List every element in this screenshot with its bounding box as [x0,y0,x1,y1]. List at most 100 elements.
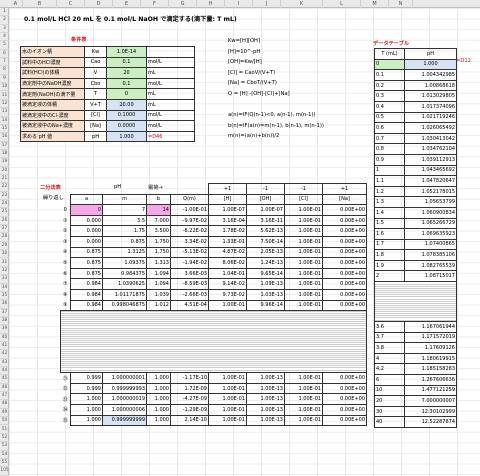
row-header[interactable]: 15 [0,125,9,134]
condition-value[interactable]: 1.000 [106,130,147,143]
bisection-cell-cl[interactable]: 1.00E-01 [284,225,323,237]
bisection-cell-b[interactable]: 1.000 [146,414,171,427]
condition-unit[interactable]: mol/L [146,77,195,90]
bisection-cell-cl[interactable]: 1.00E-01 [284,278,323,290]
bisection-cell-b[interactable]: 7.000 [146,214,171,227]
row-header[interactable]: 35 [0,292,9,301]
bisection-cell-h[interactable]: 4.87E-02 [208,246,247,259]
condition-value[interactable]: 0.1000 [106,109,147,122]
bisection-cell-m[interactable]: 0.998046875 [102,299,147,312]
condition-value[interactable]: 0.1 [106,56,147,69]
bisection-cell-m[interactable]: 1.000000001 [102,372,147,384]
bisection-cell-n[interactable]: ㉛ [61,373,71,384]
data-ph-cell[interactable]: 1.180619915 [404,352,457,365]
column-label-cell[interactable]: b [146,193,171,206]
bisection-cell-q[interactable]: -1.17E-10 [170,372,209,384]
row-header[interactable]: 50 [0,417,9,426]
bisection-cell-a[interactable]: 1.000 [70,414,103,427]
bisection-cell-cl[interactable]: 1.00E-01 [284,403,323,416]
sheet-title[interactable]: 0.1 mol/L HCl 20 mL を 0.1 mol/L NaOH で滴定… [24,14,237,23]
data-ph-cell[interactable]: 1.043465692 [404,164,457,177]
row-header[interactable]: 42 [0,350,9,359]
row-header[interactable]: 8 [0,66,9,75]
row-header[interactable]: 37 [0,309,9,317]
row-header[interactable]: 1 [0,8,9,17]
bisection-cell-m[interactable]: 1.75 [102,225,147,237]
data-t-cell[interactable]: 40 [374,416,405,428]
bisection-cell-na[interactable]: 0.00E+00 [322,257,367,269]
condition-value[interactable]: 20 [106,67,147,79]
bisection-cell-h[interactable]: 1.00E-01 [208,414,247,427]
row-header[interactable]: 55 [0,459,9,468]
row-header[interactable]: 18 [0,150,9,159]
data-ph-cell[interactable]: 1.039112913 [404,153,457,166]
bisection-cell-a[interactable]: 0.000 [70,214,103,227]
bisection-cell-q[interactable]: 3.66E-03 [170,267,209,280]
equation-line[interactable]: m(n)=(a(n)+b(n))/2 [228,133,279,139]
bisection-cell-h[interactable]: 1.00E-01 [208,372,247,384]
bisection-cell-oh[interactable]: 1.09E-13 [246,278,285,290]
data-t-cell[interactable]: 1.6 [374,228,405,240]
row-header[interactable]: 31 [0,259,9,267]
data-t-cell[interactable]: 6 [374,374,405,386]
data-t-cell[interactable]: 0.4 [374,100,405,113]
condition-label[interactable]: 求める pH 値 [20,130,85,143]
column-header-d[interactable]: D [85,0,113,8]
column-label-cell[interactable]: [Na] [322,193,367,206]
condition-value[interactable]: 1.0E-14 [106,46,147,58]
column-header-f[interactable]: F [141,0,169,8]
row-header[interactable]: 44 [0,367,9,376]
data-ph-cell[interactable]: 1.060900834 [404,206,457,219]
data-ph-cell[interactable]: 1.013029805 [404,90,457,102]
data-t-cell[interactable]: 0.8 [374,143,405,155]
row-header[interactable]: 24 [0,200,9,209]
bisection-cell-na[interactable]: 0.00E+00 [322,372,367,384]
row-header[interactable]: 4 [0,33,9,42]
column-label-cell[interactable]: [Cl] [284,193,323,206]
data-col-ph[interactable]: pH [404,48,457,60]
bisection-cell-oh[interactable]: 1.00E-13 [246,393,285,405]
bisection-cell-h[interactable]: 1.00E-01 [208,403,247,416]
condition-symbol[interactable]: Kw [84,46,107,58]
bisection-cell-h[interactable]: 1.00E-07 [208,204,247,216]
condition-label[interactable]: 試料中のHCl濃度 [20,56,85,69]
bisection-cell-n[interactable]: ㉝ [61,394,71,405]
bisection-cell-m[interactable]: 1.0390625 [102,278,147,290]
data-ph-cell[interactable]: 12.52287874 [404,416,457,428]
bisection-cell-na[interactable]: 0.00E+00 [322,382,367,395]
bisection-cell-n[interactable]: ③ [61,236,71,247]
column-header-l[interactable]: L [323,0,361,8]
data-ph-cell[interactable]: 1.17609126 [404,342,457,354]
bisection-cell-h[interactable]: 8.06E-02 [208,257,247,269]
bisection-cell-q[interactable]: -5.13E-02 [170,246,209,259]
bisection-cell-b[interactable]: 1.039 [146,288,171,301]
bisection-cell-h[interactable]: 9.14E-02 [208,278,247,290]
bisection-cell-q[interactable]: 3.34E-02 [170,235,209,248]
condition-label[interactable]: 滴定剤中のNaOH濃度 [20,77,85,90]
bisection-cell-cl[interactable]: 1.00E-01 [284,372,323,384]
row-header[interactable]: 43 [0,359,9,368]
row-header[interactable]: 47 [0,392,9,401]
bisection-cell-q[interactable]: 2.14E-10 [170,414,209,427]
data-t-cell[interactable]: 1.4 [374,206,405,219]
bisection-cell-m[interactable]: 0.999999999 [102,414,147,427]
column-header-k[interactable]: K [281,0,323,8]
bisection-header[interactable]: 二分法表 [40,184,61,191]
bisection-cell-na[interactable]: 0.00E+00 [322,235,367,248]
bisection-cell-oh[interactable]: 9.65E-14 [246,267,285,280]
row-header[interactable]: 48 [0,400,9,409]
row-header[interactable]: 20 [0,167,9,175]
data-ph-cell[interactable]: 1.08715017 [404,270,457,283]
column-header-i[interactable]: I [225,0,253,8]
column-header-e[interactable]: E [113,0,141,8]
condition-label[interactable]: 被滴定液の体積 [20,98,85,111]
data-ph-cell[interactable]: 1.477121259 [404,384,457,397]
data-ph-cell[interactable]: 1.034762104 [404,143,457,155]
bisection-cell-cl[interactable]: 1.00E-01 [284,382,323,395]
bisection-cell-m[interactable]: 1.000000019 [102,393,147,405]
data-ph-cell[interactable]: 1.000 [404,58,457,71]
bisection-cell-cl[interactable]: 1.00E-01 [284,204,323,216]
bisection-cell-h[interactable]: 3.16E-04 [208,214,247,227]
row-header[interactable]: 11 [0,92,9,100]
bisection-cell-b[interactable]: 1.750 [146,235,171,248]
